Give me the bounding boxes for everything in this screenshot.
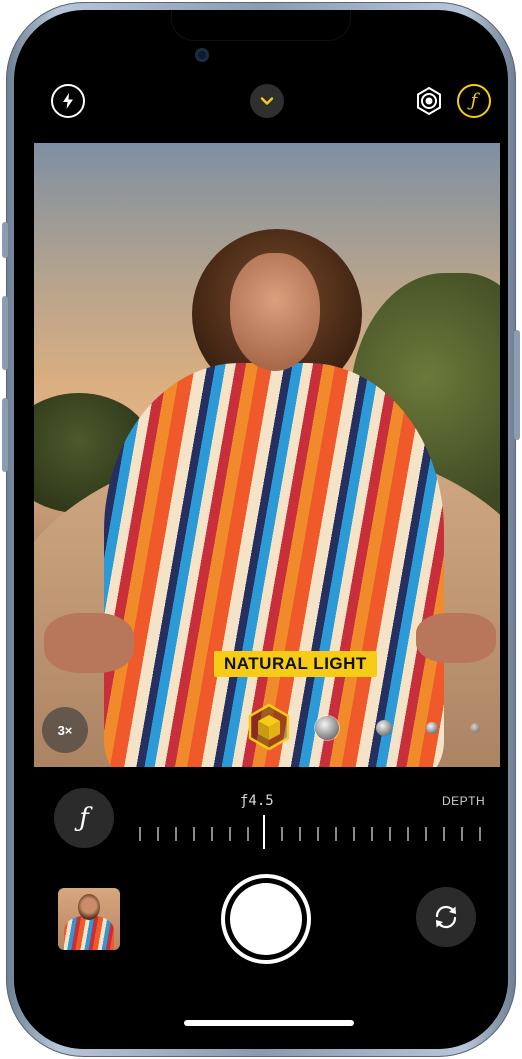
subject-hand-right (416, 613, 496, 663)
chevron-down-icon (260, 97, 274, 105)
last-photo-thumbnail[interactable] (58, 888, 120, 950)
power-button (514, 330, 520, 440)
slider-tick (247, 827, 249, 841)
thumbnail-subject-head (78, 894, 100, 920)
slider-tick (389, 827, 391, 841)
lighting-option-stage[interactable] (426, 722, 438, 734)
slider-tick (211, 827, 213, 841)
slider-tick (157, 827, 159, 841)
slider-tick (461, 827, 463, 841)
action-button (2, 222, 8, 258)
fstop-value: ƒ4.5 (240, 793, 274, 809)
slider-indicator (263, 815, 265, 849)
zoom-label: 3× (57, 722, 73, 738)
slider-tick (407, 827, 409, 841)
live-photo-icon (417, 86, 441, 116)
zoom-button[interactable]: 3× (42, 707, 88, 753)
camera-controls-toggle[interactable] (250, 84, 284, 118)
fstop-glyph: ƒ (79, 803, 89, 833)
aperture-toggle-button[interactable]: ƒ (457, 84, 491, 118)
viewfinder[interactable]: NATURAL LIGHT 3× (34, 143, 500, 767)
lighting-effect-label: NATURAL LIGHT (214, 651, 377, 677)
dynamic-island (172, 10, 350, 40)
depth-control-button[interactable]: ƒ (54, 788, 114, 848)
subject-hand-left (44, 613, 134, 673)
volume-up-button (2, 296, 8, 370)
slider-tick (229, 827, 231, 841)
lighting-option-natural[interactable] (247, 703, 291, 751)
lighting-option-contour[interactable] (376, 720, 392, 736)
shutter-inner (230, 883, 302, 955)
lighting-option-stage-mono[interactable] (470, 723, 480, 733)
home-indicator[interactable] (184, 1020, 354, 1026)
camera-screen: ƒ NATURAL LIGHT 3× ƒ ƒ4.5 DEPTH (14, 10, 508, 1049)
slider-tick (175, 827, 177, 841)
flash-button[interactable] (51, 84, 85, 118)
shutter-button[interactable] (221, 874, 311, 964)
natural-light-cube-icon (248, 703, 290, 751)
slider-tick (299, 827, 301, 841)
volume-down-button (2, 398, 8, 472)
slider-tick (443, 827, 445, 841)
camera-flip-icon (435, 905, 457, 929)
depth-label: DEPTH (442, 794, 486, 808)
slider-tick (317, 827, 319, 841)
depth-slider[interactable] (134, 811, 494, 855)
slider-tick (371, 827, 373, 841)
aperture-f-icon: ƒ (470, 90, 478, 111)
front-camera (195, 48, 209, 62)
camera-controls: ƒ ƒ4.5 DEPTH (14, 767, 508, 1049)
camera-flip-button[interactable] (416, 887, 476, 947)
slider-tick (193, 827, 195, 841)
thumbnail-subject-body (64, 916, 114, 950)
slider-tick (281, 827, 283, 841)
subject-face (230, 253, 320, 371)
slider-tick (139, 827, 141, 841)
slider-tick (425, 827, 427, 841)
live-photo-button[interactable] (412, 84, 446, 118)
slider-tick (479, 827, 481, 841)
slider-tick (353, 827, 355, 841)
flash-bolt-icon (63, 93, 73, 109)
lighting-option-studio[interactable] (315, 716, 339, 740)
slider-tick (335, 827, 337, 841)
